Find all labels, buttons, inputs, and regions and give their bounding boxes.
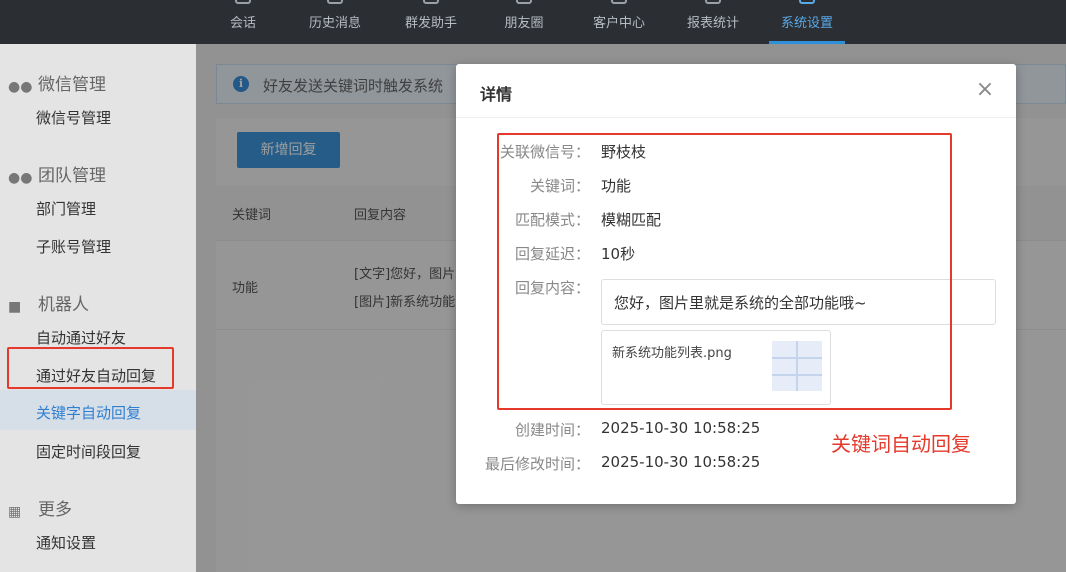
sidebar-section-robot: ■ 机器人: [8, 295, 89, 315]
sidebar: ●● 微信管理 微信号管理 ●● 团队管理 部门管理 子账号管理 ■ 机器人 自动通过…: [0, 44, 196, 572]
nav-item-reports[interactable]: 报表统计: [675, 0, 751, 44]
nav-item-moments[interactable]: 朋友圈: [486, 0, 562, 44]
nav-item-broadcast[interactable]: 群发助手: [393, 0, 469, 44]
label-created: 创建时间：: [514, 421, 590, 439]
sidebar-item-notifications[interactable]: 通知设置: [36, 532, 96, 553]
modal-title: 详情: [480, 85, 513, 104]
sidebar-section-more: ▦ 更多: [8, 500, 72, 520]
broadcast-icon: [423, 0, 439, 4]
team-icon: ●●: [8, 170, 33, 186]
sidebar-item-wechat-accounts[interactable]: 微信号管理: [36, 107, 111, 128]
nav-item-chat[interactable]: 会话: [205, 0, 281, 44]
sidebar-item-auto-accept[interactable]: 自动通过好友: [36, 327, 126, 348]
nav-item-settings[interactable]: 系统设置: [769, 0, 845, 44]
annotation-label: 关键词自动回复: [831, 432, 971, 456]
sidebar-item-subaccounts[interactable]: 子账号管理: [36, 236, 111, 257]
reports-icon: [705, 0, 721, 4]
moments-icon: [516, 0, 532, 4]
label-modified: 最后修改时间：: [484, 455, 590, 473]
value-modified: 2025-10-30 10:58:25: [601, 453, 761, 471]
settings-icon: [799, 0, 815, 4]
nav-item-customers[interactable]: 客户中心: [581, 0, 657, 44]
highlight-box-sidebar: [7, 347, 174, 389]
grid-icon: ▦: [8, 504, 22, 520]
history-icon: [327, 0, 343, 4]
highlight-box-modal: [497, 133, 952, 410]
customers-icon: [611, 0, 627, 4]
sidebar-item-keyword-reply[interactable]: 关键字自动回复: [36, 402, 141, 423]
modal-header: 详情 ×: [456, 64, 1016, 118]
top-nav: 会话 历史消息 群发助手 朋友圈 客户中心 报表统计 系统设置: [0, 0, 1066, 44]
sidebar-section-wechat: ●● 微信管理: [8, 75, 106, 95]
sidebar-item-departments[interactable]: 部门管理: [36, 198, 96, 219]
chat-icon: [235, 0, 251, 4]
robot-icon: ■: [8, 299, 22, 315]
close-icon[interactable]: ×: [974, 79, 996, 101]
sidebar-item-scheduled-reply[interactable]: 固定时间段回复: [36, 441, 141, 462]
value-created: 2025-10-30 10:58:25: [601, 419, 761, 437]
sidebar-section-team: ●● 团队管理: [8, 166, 106, 186]
nav-item-history[interactable]: 历史消息: [297, 0, 373, 44]
wechat-icon: ●●: [8, 79, 33, 95]
